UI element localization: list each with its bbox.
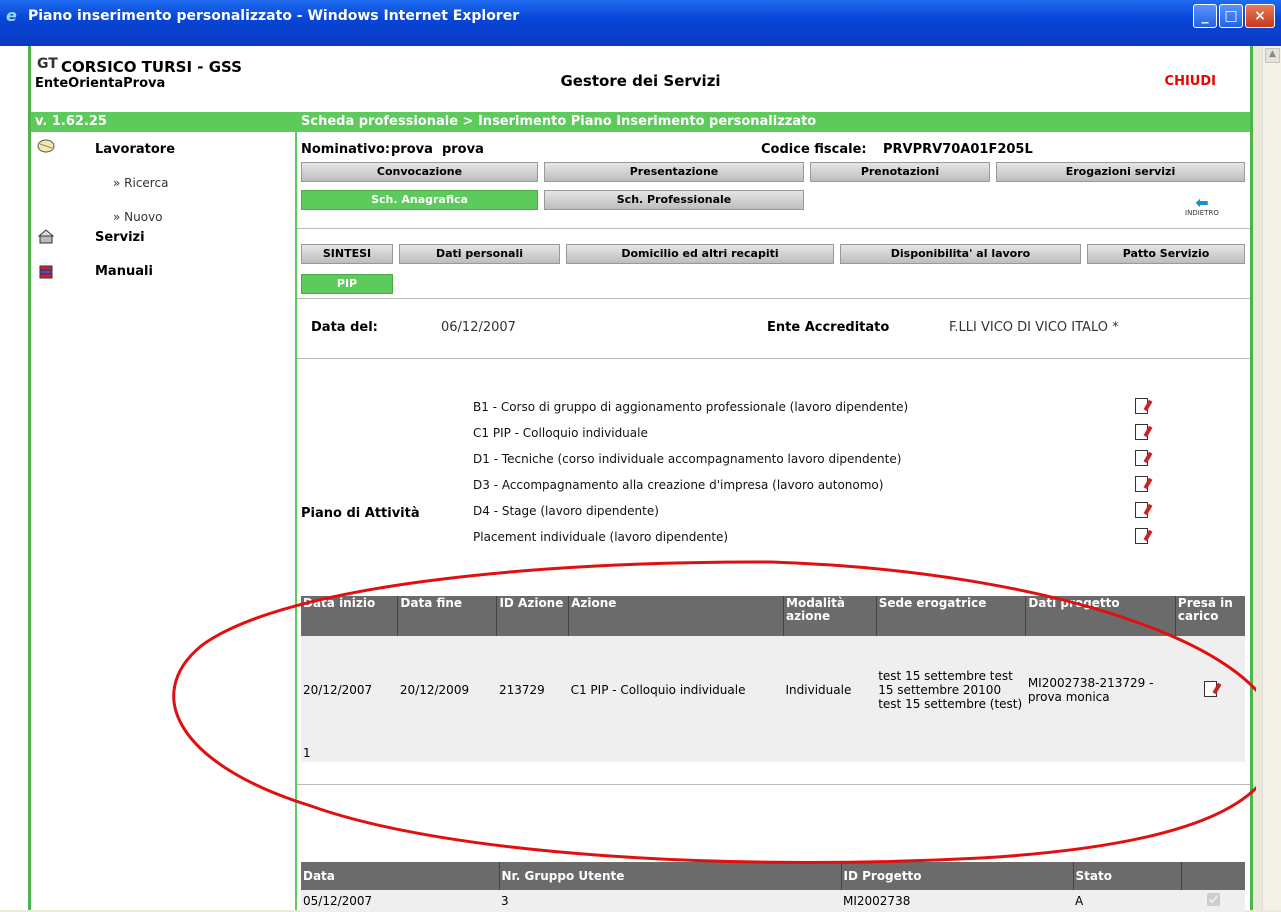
col-header: Sede erogatrice — [876, 596, 1027, 636]
cell-data-fine: 20/12/2009 — [397, 636, 497, 744]
tab-erogazioni-servizi[interactable]: Erogazioni servizi — [996, 162, 1245, 182]
sidebar-item-ricerca[interactable]: » Ricerca — [113, 176, 168, 190]
tab-patto-servizio[interactable]: Patto Servizio — [1087, 244, 1245, 264]
codice-fiscale-label: Codice fiscale: — [761, 142, 867, 157]
window-titlebar: e Piano inserimento personalizzato - Win… — [0, 0, 1281, 46]
tab-pip[interactable]: PIP — [301, 274, 393, 294]
nominativo-label: Nominativo: — [301, 142, 391, 157]
col-header: Azione — [568, 596, 785, 636]
vertical-scrollbar[interactable]: ▲ — [1262, 46, 1281, 910]
close-window-button[interactable]: × — [1245, 4, 1275, 28]
indietro-button[interactable]: ⬅ INDIETRO — [1185, 193, 1219, 218]
scroll-up-icon[interactable]: ▲ — [1265, 48, 1280, 63]
cell-progetto: MI2002738-213729 - prova monica — [1025, 636, 1176, 744]
col-header: Data inizio — [301, 596, 399, 636]
col-header: Data — [301, 862, 500, 890]
divider — [297, 298, 1250, 299]
azioni-table: Data inizio Data fine ID Azione Azione M… — [301, 596, 1245, 762]
version-label: v. 1.62.25 — [35, 114, 107, 129]
activity-item: D4 - Stage (lavoro dipendente) — [473, 504, 659, 518]
cell-modalita: Individuale — [783, 636, 877, 744]
data-del-label: Data del: — [311, 320, 378, 335]
breadcrumb-bar: v. 1.62.25 Scheda professionale > Inseri… — [31, 112, 1250, 132]
row-checkbox[interactable] — [1206, 893, 1220, 906]
indietro-label: INDIETRO — [1185, 209, 1219, 217]
cell-presa-in-carico — [1175, 636, 1245, 744]
chiudi-link[interactable]: CHIUDI — [1165, 74, 1216, 89]
ente-accreditato-value: F.LLI VICO DI VICO ITALO * — [949, 320, 1119, 335]
ente-accreditato-label: Ente Accreditato — [767, 320, 890, 335]
data-del-value: 06/12/2007 — [441, 320, 516, 335]
edit-icon[interactable] — [1135, 476, 1148, 492]
progetti-table: Data Nr. Gruppo Utente ID Progetto Stato… — [301, 862, 1245, 912]
edit-icon[interactable] — [1135, 450, 1148, 466]
col-header: Modalità azione — [783, 596, 877, 636]
cell-id-progetto: MI2002738 — [841, 890, 1073, 912]
tab-sch-professionale[interactable]: Sch. Professionale — [544, 190, 804, 210]
gss-logo-icon: GT — [37, 56, 58, 72]
edit-icon[interactable] — [1135, 424, 1148, 440]
tab-domicilio[interactable]: Domicilio ed altri recapiti — [566, 244, 834, 264]
maximize-button[interactable]: □ — [1219, 4, 1243, 28]
activity-item: D1 - Tecniche (corso individuale accompa… — [473, 452, 902, 466]
codice-fiscale-value: PRVPRV70A01F205L — [883, 142, 1033, 157]
tab-dati-personali[interactable]: Dati personali — [399, 244, 560, 264]
tab-disponibilita[interactable]: Disponibilita' al lavoro — [840, 244, 1081, 264]
tab-sch-anagrafica[interactable]: Sch. Anagrafica — [301, 190, 538, 210]
piano-attivita-label: Piano di Attività — [301, 506, 420, 521]
col-header: ID Azione — [496, 596, 570, 636]
cell-data: 05/12/2007 — [301, 890, 499, 912]
divider — [297, 228, 1250, 229]
ie-logo-icon: e — [6, 6, 17, 25]
nominativo-value: prova prova — [391, 142, 484, 157]
col-header: Dati progetto — [1025, 596, 1176, 636]
sidebar-item-servizi[interactable]: Servizi — [95, 230, 145, 245]
cell-data-inizio: 20/12/2007 — [301, 636, 398, 744]
cell-sede: test 15 settembre test 15 settembre 2010… — [876, 636, 1026, 744]
col-header: Presa in carico — [1175, 596, 1245, 636]
window-title: Piano inserimento personalizzato - Windo… — [28, 8, 520, 24]
divider — [297, 358, 1250, 359]
col-header: Stato — [1073, 862, 1182, 890]
col-header: Data fine — [397, 596, 498, 636]
cell-id-azione: 213729 — [496, 636, 569, 744]
row-count: 1 — [301, 744, 1245, 762]
edit-icon[interactable] — [1135, 528, 1148, 544]
sidebar-item-lavoratore[interactable]: Lavoratore — [95, 142, 175, 157]
minimize-button[interactable]: _ — [1193, 4, 1217, 28]
cell-checkbox — [1181, 890, 1245, 912]
activity-item: B1 - Corso di gruppo di aggionamento pro… — [473, 400, 909, 414]
lavoratore-icon — [37, 139, 55, 153]
edit-icon[interactable] — [1135, 502, 1148, 518]
page-title: Gestore dei Servizi — [560, 72, 721, 90]
table-row: 20/12/2007 20/12/2009 213729 C1 PIP - Co… — [301, 636, 1245, 744]
servizi-icon — [37, 229, 55, 244]
activity-item: Placement individuale (lavoro dipendente… — [473, 530, 729, 544]
divider — [297, 784, 1250, 785]
edit-icon[interactable] — [1203, 680, 1217, 697]
tab-prenotazioni[interactable]: Prenotazioni — [810, 162, 990, 182]
edit-icon[interactable] — [1135, 398, 1148, 414]
main-content: Nominativo: prova prova Codice fiscale: … — [297, 132, 1250, 912]
sidebar-item-manuali[interactable]: Manuali — [95, 264, 153, 279]
cell-gruppo: 3 — [499, 890, 841, 912]
table-row: 05/12/2007 3 MI2002738 A — [301, 890, 1245, 912]
manuali-icon — [39, 265, 53, 279]
tab-presentazione[interactable]: Presentazione — [544, 162, 804, 182]
activity-item: D3 - Accompagnamento alla creazione d'im… — [473, 478, 884, 492]
back-arrow-icon: ⬅ — [1195, 193, 1209, 212]
col-header: ID Progetto — [841, 862, 1074, 890]
activity-item: C1 PIP - Colloquio individuale — [473, 426, 648, 440]
sidebar-item-nuovo[interactable]: » Nuovo — [113, 210, 163, 224]
breadcrumb: Scheda professionale > Inserimento Piano… — [301, 114, 817, 129]
tab-convocazione[interactable]: Convocazione — [301, 162, 538, 182]
cell-azione: C1 PIP - Colloquio individuale — [568, 636, 784, 744]
col-header: Nr. Gruppo Utente — [499, 862, 842, 890]
col-header — [1181, 862, 1245, 890]
window-left-edge — [0, 46, 28, 910]
cell-stato: A — [1073, 890, 1181, 912]
browser-viewport: GT CORSICO TURSI - GSS EnteOrientaProva … — [28, 46, 1256, 912]
tab-sintesi[interactable]: SINTESI — [301, 244, 393, 264]
